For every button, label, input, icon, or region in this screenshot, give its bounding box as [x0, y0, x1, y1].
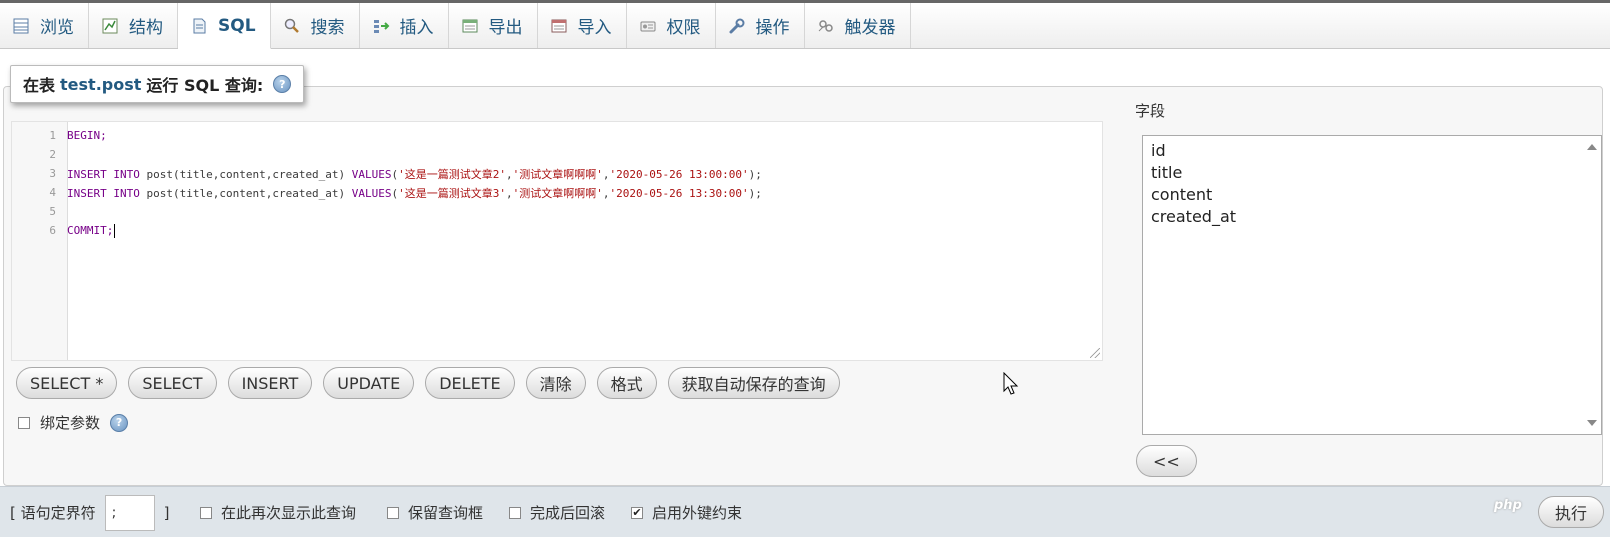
fields-label: 字段 — [1135, 102, 1166, 120]
bind-params-row: 绑定参数 ? — [18, 412, 129, 433]
help-icon[interactable]: ? — [110, 413, 129, 432]
tab-search[interactable]: 搜索 — [271, 3, 360, 48]
bind-params-checkbox[interactable] — [18, 416, 30, 429]
code-line: 2 — [49, 148, 56, 161]
go-button[interactable]: 执行 — [1538, 496, 1605, 528]
field-option[interactable]: title — [1151, 162, 1593, 184]
select-all-button[interactable]: SELECT * — [16, 367, 118, 399]
search-icon — [283, 17, 301, 35]
code-line: 5 — [49, 205, 56, 218]
import-icon — [550, 17, 568, 35]
tab-operations[interactable]: 操作 — [716, 3, 805, 48]
code-line: 3 INSERT INTO post(title,content,created… — [49, 167, 762, 181]
insert-field-button[interactable]: << — [1136, 445, 1197, 477]
delimiter-input[interactable]: ; — [104, 494, 155, 531]
text-caret — [114, 223, 116, 238]
table-name: test.post — [60, 74, 142, 94]
browse-table-icon — [12, 17, 30, 35]
scroll-up-icon[interactable] — [1587, 144, 1597, 150]
field-option[interactable]: content — [1151, 184, 1593, 206]
delimiter-group: [ 语句定界符 ; ] — [10, 487, 169, 538]
field-option[interactable]: id — [1151, 140, 1593, 162]
watermark-logo: php — [1494, 498, 1522, 513]
field-option[interactable]: created_at — [1151, 206, 1593, 228]
tab-insert[interactable]: 插入 — [360, 3, 449, 48]
sql-editor[interactable]: 1 BEGIN; 2 3 INSERT INTO post(title,cont… — [11, 121, 1103, 361]
sql-icon — [190, 17, 208, 35]
foreign-keys-option[interactable]: ✔ 启用外键约束 — [631, 487, 742, 538]
update-button[interactable]: UPDATE — [323, 367, 415, 399]
top-tab-bar: 浏览 结构 SQL 搜索 插入 导出 导入 权限 操作 触发器 — [0, 0, 1610, 49]
code-line: 1 BEGIN; — [49, 129, 107, 142]
code-line: 6 COMMIT; — [49, 223, 116, 238]
delete-button[interactable]: DELETE — [425, 367, 515, 399]
rollback-checkbox[interactable] — [509, 506, 521, 519]
select-button[interactable]: SELECT — [128, 367, 217, 399]
resize-handle-icon[interactable] — [1090, 348, 1100, 358]
query-options-footer: [ 语句定界符 ; ] 在此再次显示此查询 保留查询框 完成后回滚 ✔ 启用外键… — [0, 486, 1610, 537]
insert-icon — [372, 17, 390, 35]
autosave-query-button[interactable]: 获取自动保存的查询 — [667, 367, 840, 399]
tab-structure[interactable]: 结构 — [89, 3, 178, 48]
structure-icon — [101, 17, 119, 35]
tab-sql[interactable]: SQL — [178, 3, 271, 49]
retain-box-checkbox[interactable] — [387, 506, 399, 519]
insert-button[interactable]: INSERT — [227, 367, 313, 399]
privileges-icon — [639, 17, 657, 35]
query-legend: 在表 test.post 运行 SQL 查询: ? — [10, 65, 305, 103]
bind-params-label: 绑定参数 — [40, 414, 101, 432]
format-button[interactable]: 格式 — [596, 367, 657, 399]
retain-box-option[interactable]: 保留查询框 — [387, 487, 483, 538]
export-icon — [461, 17, 479, 35]
tab-import[interactable]: 导入 — [538, 3, 627, 48]
clear-button[interactable]: 清除 — [525, 367, 586, 399]
mouse-cursor-icon — [1003, 372, 1019, 395]
tab-browse[interactable]: 浏览 — [0, 3, 89, 48]
query-buttons: SELECT * SELECT INSERT UPDATE DELETE 清除 … — [16, 367, 840, 399]
show-again-option[interactable]: 在此再次显示此查询 — [200, 487, 356, 538]
rollback-option[interactable]: 完成后回滚 — [509, 487, 605, 538]
triggers-icon — [817, 17, 835, 35]
show-again-checkbox[interactable] — [200, 506, 212, 519]
tab-triggers[interactable]: 触发器 — [805, 3, 911, 48]
foreign-keys-checkbox[interactable]: ✔ — [631, 506, 643, 519]
code-line: 4 INSERT INTO post(title,content,created… — [49, 186, 762, 200]
tab-export[interactable]: 导出 — [449, 3, 538, 48]
scroll-down-icon[interactable] — [1587, 420, 1597, 426]
field-list[interactable]: id title content created_at — [1142, 135, 1602, 435]
tab-privileges[interactable]: 权限 — [627, 3, 716, 48]
wrench-icon — [728, 17, 746, 35]
help-icon[interactable]: ? — [273, 75, 292, 93]
